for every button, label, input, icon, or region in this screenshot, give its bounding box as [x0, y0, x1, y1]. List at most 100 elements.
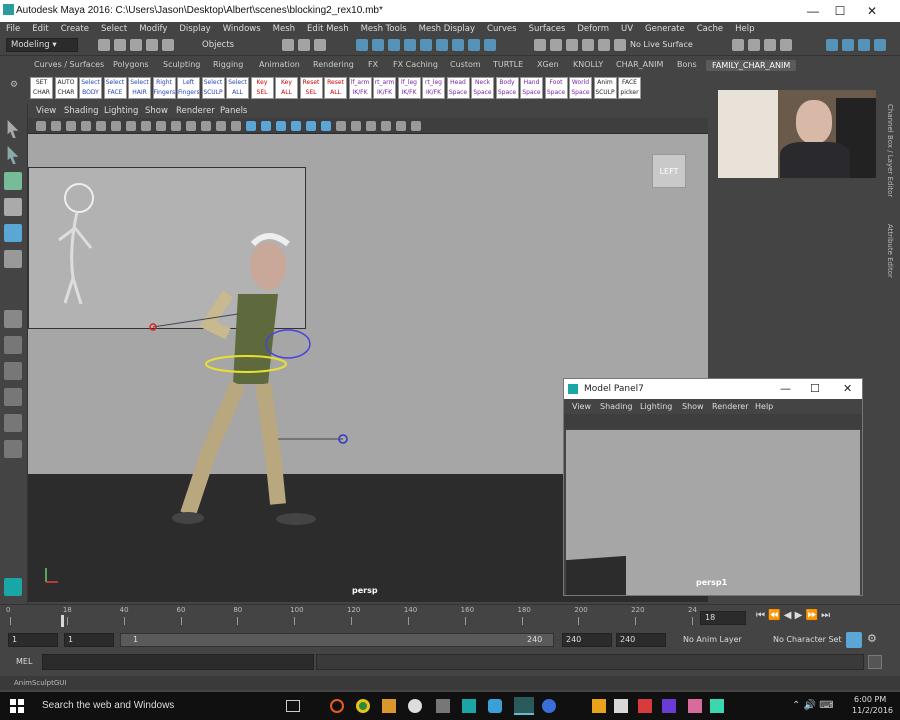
snap-surface-icon[interactable]: [598, 39, 610, 51]
select-handle-icon[interactable]: [356, 39, 368, 51]
subwin-minimize-button[interactable]: —: [780, 382, 791, 395]
shelf-button[interactable]: Reset ALL: [324, 77, 347, 99]
menu-create[interactable]: Create: [55, 22, 95, 36]
panel-tool-icon[interactable]: [66, 121, 76, 131]
system-tray-icons[interactable]: ⌃ 🔊 ⌨: [792, 700, 834, 711]
menu-display[interactable]: Display: [173, 22, 216, 36]
select-misc-icon[interactable]: [468, 39, 480, 51]
menu-cache[interactable]: Cache: [691, 22, 729, 36]
menu-curves[interactable]: Curves: [481, 22, 523, 36]
layout-graph-icon[interactable]: [4, 414, 22, 432]
toggle-attribute-editor-icon[interactable]: [842, 39, 854, 51]
auto-key-icon[interactable]: [846, 632, 862, 648]
panel-tool-icon[interactable]: [111, 121, 121, 131]
subwin-close-button[interactable]: ✕: [843, 382, 852, 395]
panel-tool-icon[interactable]: [156, 121, 166, 131]
subwin-menu-view[interactable]: View: [572, 402, 591, 411]
menu-mesh-tools[interactable]: Mesh Tools: [355, 22, 413, 36]
panel-tool-icon[interactable]: [51, 121, 61, 131]
undo-icon[interactable]: [146, 39, 158, 51]
shelf-button[interactable]: rt_leg IK/FK: [422, 77, 445, 99]
shelf-button[interactable]: AUTO CHAR: [54, 77, 78, 99]
playback-controls[interactable]: ⏮ ⏪ ◀ ▶ ⏩ ⏭: [756, 610, 830, 621]
menuset-dropdown[interactable]: Modeling ▾: [6, 38, 78, 52]
component-mode-icon[interactable]: [314, 39, 326, 51]
redo-icon[interactable]: [162, 39, 174, 51]
panel-tool-icon[interactable]: [171, 121, 181, 131]
panel-menu-lighting[interactable]: Lighting: [104, 106, 138, 116]
shelf-tab-char-anim[interactable]: CHAR_ANIM: [616, 60, 663, 69]
shelf-tab-fx-caching[interactable]: FX Caching: [393, 60, 438, 69]
shelf-tab-bons[interactable]: Bons: [677, 60, 697, 69]
menu-deform[interactable]: Deform: [571, 22, 615, 36]
subwin-menu-shading[interactable]: Shading: [600, 402, 633, 411]
save-scene-icon[interactable]: [130, 39, 142, 51]
task-view-icon[interactable]: [286, 700, 300, 712]
layout-hypershade-icon[interactable]: [4, 440, 22, 458]
lasso-tool-icon[interactable]: [7, 146, 19, 164]
maximize-button[interactable]: ☐: [826, 2, 854, 20]
channel-box-tab[interactable]: Channel Box / Layer Editor: [880, 104, 894, 224]
shelf-button[interactable]: Select BODY: [79, 77, 102, 99]
shelf-tab-custom[interactable]: Custom: [450, 60, 481, 69]
select-render-icon[interactable]: [452, 39, 464, 51]
panel-tool-icon[interactable]: [96, 121, 106, 131]
panel-tool-icon[interactable]: [186, 121, 196, 131]
viewcube[interactable]: LEFT: [652, 154, 686, 188]
select-deform-icon[interactable]: [420, 39, 432, 51]
panel-menu-show[interactable]: Show: [145, 106, 168, 116]
panel-tool-icon[interactable]: [321, 121, 331, 131]
select-curve-icon[interactable]: [388, 39, 400, 51]
menu-windows[interactable]: Windows: [217, 22, 267, 36]
menu-select[interactable]: Select: [95, 22, 133, 36]
panel-tool-icon[interactable]: [291, 121, 301, 131]
taskbar-search[interactable]: Search the web and Windows: [42, 700, 174, 711]
range-slider[interactable]: 1 240: [120, 633, 554, 647]
panel-tool-icon[interactable]: [231, 121, 241, 131]
hypershade-icon[interactable]: [780, 39, 792, 51]
select-dynamic-icon[interactable]: [436, 39, 448, 51]
taskbar-time[interactable]: 6:00 PM: [854, 695, 886, 704]
taskbar-date[interactable]: 11/2/2016: [852, 706, 893, 715]
shelf-tab-xgen[interactable]: XGen: [537, 60, 559, 69]
panel-tool-icon[interactable]: [381, 121, 391, 131]
app-icon-5[interactable]: [436, 699, 450, 713]
windows-start-icon[interactable]: [10, 699, 24, 713]
shelf-button[interactable]: SET CHAR: [30, 77, 53, 99]
attribute-editor-tab[interactable]: Attribute Editor: [880, 224, 894, 304]
panel-menu-view[interactable]: View: [36, 106, 56, 116]
shelf-button[interactable]: Neck Space: [471, 77, 494, 99]
menu-surfaces[interactable]: Surfaces: [523, 22, 572, 36]
select-joint-icon[interactable]: [372, 39, 384, 51]
time-slider[interactable]: 18 ⏮ ⏪ ◀ ▶ ⏩ ⏭ 0 18 40 60 80 100 120 140 160 180 2…: [0, 604, 900, 630]
selection-mode-label[interactable]: Objects: [202, 40, 234, 50]
app-icon-1[interactable]: [330, 699, 344, 713]
shelf-tab-rigging[interactable]: Rigging: [213, 60, 243, 69]
menu-mesh[interactable]: Mesh: [267, 22, 301, 36]
panel-menu-shading[interactable]: Shading: [64, 106, 99, 116]
panel-tool-icon[interactable]: [306, 121, 316, 131]
subwin-menu-renderer[interactable]: Renderer: [712, 402, 749, 411]
shelf-button[interactable]: Select FACE: [103, 77, 127, 99]
subwin-maximize-button[interactable]: ☐: [810, 382, 820, 395]
shelf-button[interactable]: FACE picker: [618, 77, 641, 99]
panel-tool-icon[interactable]: [261, 121, 271, 131]
shelf-tab-fx[interactable]: FX: [368, 60, 378, 69]
app-icon-13[interactable]: [662, 699, 676, 713]
panel-tool-icon[interactable]: [201, 121, 211, 131]
panel-tool-icon[interactable]: [246, 121, 256, 131]
toggle-modeling-toolkit-icon[interactable]: [826, 39, 838, 51]
shelf-button[interactable]: lf_arm IK/FK: [348, 77, 372, 99]
minimize-button[interactable]: —: [799, 2, 827, 20]
render-settings-icon[interactable]: [764, 39, 776, 51]
close-button[interactable]: ✕: [858, 2, 886, 20]
app-icon-11[interactable]: [614, 699, 628, 713]
shelf-button[interactable]: Anim SCULP: [593, 77, 617, 99]
layout-two-icon[interactable]: [4, 362, 22, 380]
current-frame-field[interactable]: 18: [700, 611, 746, 625]
subwin-menu-help[interactable]: Help: [755, 402, 773, 411]
menu-file[interactable]: File: [0, 22, 26, 36]
shelf-button[interactable]: Right Fingers: [152, 77, 176, 99]
menu-mesh-display[interactable]: Mesh Display: [413, 22, 481, 36]
menu-help[interactable]: Help: [729, 22, 760, 36]
